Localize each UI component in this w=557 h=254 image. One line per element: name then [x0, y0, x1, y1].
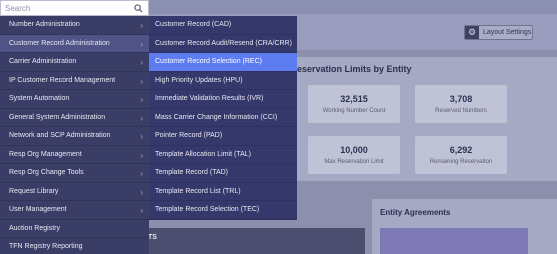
menu-item-label: User Management [9, 206, 67, 214]
chevron-right-icon: › [140, 21, 143, 30]
menu-item-request-library[interactable]: Request Library › [0, 183, 149, 201]
menu-item-label: IP Customer Record Management [9, 76, 116, 84]
menu-item-label: Resp Org Management [9, 150, 82, 158]
menu-item-label: TFN Registry Reporting [9, 243, 83, 251]
menu-item-user-management[interactable]: User Management › [0, 201, 149, 220]
menu-item-label: General System Administration [9, 113, 106, 121]
submenu-item-customer-record-selection[interactable]: Customer Record Selection (REC) [149, 53, 297, 72]
menu-item-resp-org-change-tools[interactable]: Resp Org Change Tools › [0, 164, 149, 183]
submenu-item-pointer-record[interactable]: Pointer Record (PAD) [149, 127, 297, 146]
menu-item-ip-customer-record-management[interactable]: IP Customer Record Management › [0, 72, 149, 90]
layout-settings-label: Layout Settings [483, 29, 532, 36]
menu-item-label: Number Administration [9, 21, 80, 29]
chevron-right-icon: › [140, 76, 143, 86]
kpi-value: 6,292 [449, 145, 473, 155]
kpi-label: Reserved Numbers [435, 108, 487, 114]
menu-item-number-administration[interactable]: Number Administration › [0, 16, 149, 35]
menu-item-label: Carrier Administration [9, 58, 77, 66]
menu-item-label: Network and SCP Administration [9, 132, 111, 140]
menu-item-label: Auction Registry [9, 224, 60, 232]
kpi-label: Remaining Reservation [429, 159, 493, 165]
submenu-item-template-record-list[interactable]: Template Record List (TRL) [149, 183, 297, 201]
kpi-reserved-numbers: 3,708 Reserved Numbers [415, 85, 507, 123]
submenu-item-template-record[interactable]: Template Record (TAD) [149, 164, 297, 183]
menu-item-carrier-administration[interactable]: Carrier Administration › [0, 53, 149, 72]
chevron-right-icon: › [140, 39, 143, 49]
menu-item-auction-registry[interactable]: Auction Registry [0, 220, 149, 238]
kpi-max-reservation-limit: 10,000 Max Reservation Limit [308, 136, 400, 174]
chevron-right-icon: › [140, 169, 143, 178]
entity-agreements-chart [380, 228, 528, 254]
menu-item-label: System Automation [9, 95, 70, 103]
submenu-item-immediate-validation-results[interactable]: Immediate Validation Results (IVR) [149, 90, 297, 109]
entity-agreements-title: Entity Agreements [380, 208, 451, 217]
chevron-right-icon: › [140, 132, 143, 141]
kpi-label: Max Reservation Limit [324, 159, 384, 165]
kpi-remaining-reservation: 6,292 Remaining Reservation [415, 136, 507, 174]
menu-item-general-system-administration[interactable]: General System Administration › [0, 109, 149, 127]
customer-record-submenu: Customer Record (CAD) Customer Record Au… [149, 16, 297, 220]
menu-item-system-automation[interactable]: System Automation › [0, 90, 149, 109]
chevron-right-icon: › [140, 206, 143, 215]
submenu-item-high-priority-updates[interactable]: High Priority Updates (HPU) [149, 72, 297, 90]
submenu-item-mass-carrier-change[interactable]: Mass Carrier Change Information (CCI) [149, 109, 297, 127]
menu-item-customer-record-administration[interactable]: Customer Record Administration › [0, 34, 149, 53]
left-chart-tag: TS [148, 234, 157, 241]
menu-item-label: Customer Record Administration [9, 39, 110, 47]
chevron-right-icon: › [140, 95, 143, 104]
search-input[interactable] [1, 1, 131, 15]
layout-settings-button[interactable]: ⚙ Layout Settings [464, 25, 533, 40]
kpi-value: 3,708 [449, 94, 473, 104]
submenu-item-template-record-selection[interactable]: Template Record Selection (TEC) [149, 201, 297, 220]
kpi-value: 10,000 [340, 145, 368, 155]
menu-item-network-scp-administration[interactable]: Network and SCP Administration › [0, 127, 149, 146]
kpi-working-number-count: 32,515 Working Number Count [308, 85, 400, 123]
left-chart-panel: TS [148, 228, 365, 254]
menu-item-tfn-registry-reporting[interactable]: TFN Registry Reporting [0, 238, 149, 254]
reservation-limits-title: eservation Limits by Entity [297, 64, 412, 74]
main-menu: Number Administration › Customer Record A… [0, 16, 149, 254]
chevron-right-icon: › [140, 150, 143, 160]
kpi-value: 32,515 [340, 94, 368, 104]
gear-icon: ⚙ [465, 26, 479, 39]
search-icon[interactable] [131, 1, 145, 15]
submenu-item-template-allocation-limit[interactable]: Template Allocation Limit (TAL) [149, 146, 297, 164]
menu-item-label: Request Library [9, 187, 59, 195]
menu-item-label: Resp Org Change Tools [9, 169, 84, 177]
kpi-label: Working Number Count [322, 108, 386, 114]
submenu-item-customer-record-audit-resend[interactable]: Customer Record Audit/Resend (CRA/CRR) [149, 35, 297, 53]
chevron-right-icon: › [140, 113, 143, 123]
chevron-right-icon: › [140, 58, 143, 67]
menu-search [0, 0, 149, 16]
menu-item-resp-org-management[interactable]: Resp Org Management › [0, 146, 149, 164]
submenu-item-customer-record-cad[interactable]: Customer Record (CAD) [149, 16, 297, 35]
chevron-right-icon: › [140, 187, 143, 197]
